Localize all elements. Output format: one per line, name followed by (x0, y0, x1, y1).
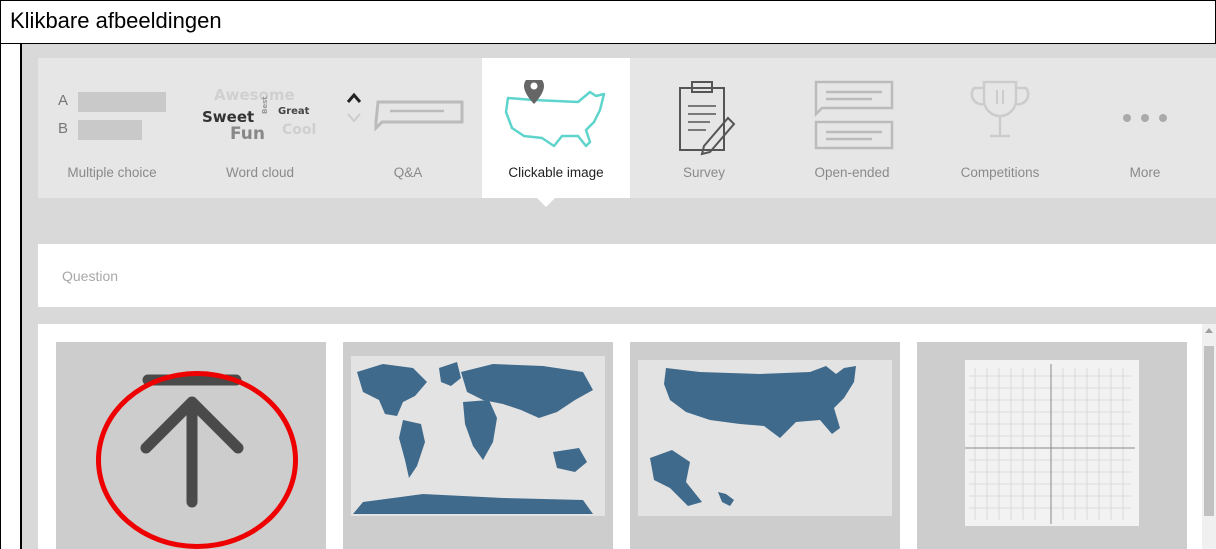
wc-word: Fun (230, 124, 265, 144)
grid-icon (965, 364, 1135, 524)
tool-qa[interactable]: Q&A (334, 58, 482, 198)
document-header: Klikbare afbeeldingen (0, 0, 1216, 44)
speech-bubbles-icon (778, 80, 926, 160)
tool-clickable-image[interactable]: Clickable image (482, 58, 630, 198)
question-input[interactable] (38, 244, 1216, 307)
tool-label: Open-ended (814, 165, 890, 180)
gallery-item-usa-map[interactable] (630, 342, 900, 549)
world-map-icon (353, 362, 593, 514)
upload-arrow-icon (140, 374, 244, 508)
mc-letter-a: A (58, 92, 69, 109)
gallery-item-world-map[interactable] (343, 342, 613, 549)
mc-letter-b: B (58, 120, 69, 137)
scroll-up-arrow-icon[interactable] (1205, 328, 1213, 333)
gallery-item-coordinate-grid[interactable] (917, 342, 1187, 549)
tool-more[interactable]: More (1074, 58, 1216, 198)
tool-survey[interactable]: Survey (630, 58, 778, 198)
tool-label: Q&A (393, 165, 423, 180)
scrollbar-thumb[interactable] (1204, 346, 1214, 516)
more-dots-icon (1074, 80, 1216, 160)
tool-competitions[interactable]: Competitions (926, 58, 1074, 198)
tool-label: Multiple choice (67, 165, 157, 180)
usa-map-icon (650, 366, 856, 506)
app-screenshot: A B Multiple choice Awesome Sweet Best G… (22, 44, 1216, 549)
wc-word: Cool (282, 122, 317, 138)
word-cloud-icon: Awesome Sweet Best Great Fun Cool (186, 80, 334, 160)
tool-label: More (1129, 165, 1161, 180)
active-tab-pointer (537, 198, 555, 207)
map-pin-icon (482, 76, 630, 160)
mc-bar-b (78, 120, 142, 140)
question-type-toolbar: A B Multiple choice Awesome Sweet Best G… (38, 58, 1216, 198)
tool-label: Survey (682, 165, 726, 180)
tool-label: Word cloud (225, 165, 295, 180)
gallery-item-upload[interactable] (56, 342, 326, 549)
tool-open-ended[interactable]: Open-ended (778, 58, 926, 198)
wc-word: Awesome (214, 86, 295, 104)
wc-word: Best (261, 96, 269, 114)
image-gallery (38, 324, 1216, 549)
tool-multiple-choice[interactable]: A B Multiple choice (38, 58, 186, 198)
mc-bar-a (78, 92, 166, 112)
qa-icon (334, 80, 482, 160)
wc-word: Great (278, 106, 310, 117)
multiple-choice-icon: A B (38, 80, 186, 160)
trophy-icon (926, 80, 1074, 160)
document-title: Klikbare afbeeldingen (10, 8, 222, 33)
tool-word-cloud[interactable]: Awesome Sweet Best Great Fun Cool Word c… (186, 58, 334, 198)
tool-label: Clickable image (508, 165, 604, 180)
tool-label: Competitions (960, 165, 1040, 180)
clipboard-icon (630, 80, 778, 160)
gallery-scrollbar[interactable] (1202, 324, 1216, 549)
